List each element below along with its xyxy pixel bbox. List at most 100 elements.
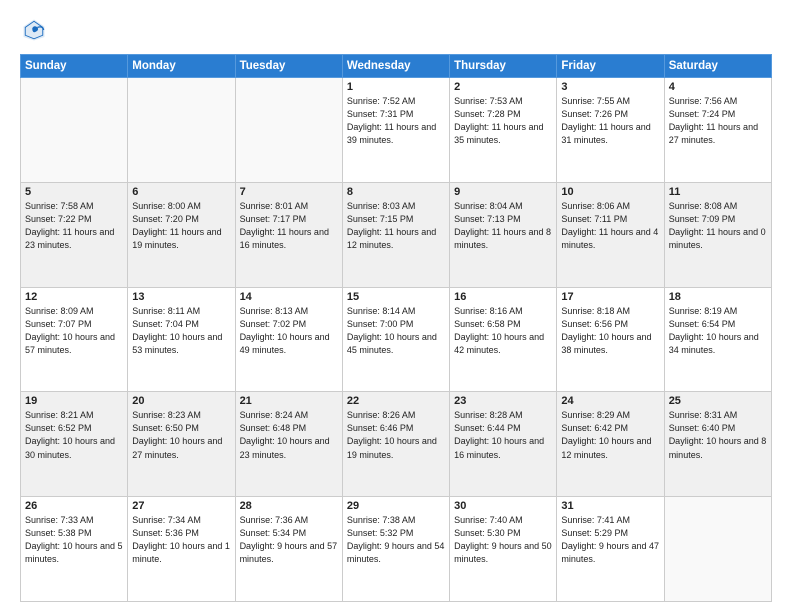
day-number: 31 xyxy=(561,500,659,512)
calendar-cell xyxy=(128,78,235,183)
day-number: 11 xyxy=(669,186,767,198)
page: SundayMondayTuesdayWednesdayThursdayFrid… xyxy=(0,0,792,612)
calendar-table: SundayMondayTuesdayWednesdayThursdayFrid… xyxy=(20,54,772,602)
calendar-cell: 31Sunrise: 7:41 AM Sunset: 5:29 PM Dayli… xyxy=(557,497,664,602)
calendar-week-1: 1 Sunrise: 7:52 AM Sunset: 7:31 PM Daylig… xyxy=(21,78,772,183)
calendar-header-saturday: Saturday xyxy=(664,55,771,78)
day-info: Sunrise: 8:03 AM Sunset: 7:15 PM Dayligh… xyxy=(347,200,445,252)
calendar-cell: 24Sunrise: 8:29 AM Sunset: 6:42 PM Dayli… xyxy=(557,392,664,497)
calendar-cell: 30 Sunrise: 7:40 AM Sunset: 5:30 PM Dayli… xyxy=(450,497,557,602)
day-number: 17 xyxy=(561,291,659,303)
day-info: Sunrise: 8:24 AM Sunset: 6:48 PM Dayligh… xyxy=(240,409,338,461)
day-info: Sunrise: 8:09 AM Sunset: 7:07 PM Dayligh… xyxy=(25,305,123,357)
calendar-cell: 29 Sunrise: 7:38 AM Sunset: 5:32 PM Dayli… xyxy=(342,497,449,602)
calendar-cell: 7Sunrise: 8:01 AM Sunset: 7:17 PM Daylig… xyxy=(235,182,342,287)
calendar-cell: 3 Sunrise: 7:55 AM Sunset: 7:26 PM Daylig… xyxy=(557,78,664,183)
calendar-header-thursday: Thursday xyxy=(450,55,557,78)
day-info: Sunrise: 7:58 AM Sunset: 7:22 PM Dayligh… xyxy=(25,200,123,252)
calendar-cell: 10 Sunrise: 8:06 AM Sunset: 7:11 PM Dayli… xyxy=(557,182,664,287)
day-number: 26 xyxy=(25,500,123,512)
day-info: Sunrise: 8:19 AM Sunset: 6:54 PM Dayligh… xyxy=(669,305,767,357)
calendar-cell: 27Sunrise: 7:34 AM Sunset: 5:36 PM Dayli… xyxy=(128,497,235,602)
calendar-cell: 11 Sunrise: 8:08 AM Sunset: 7:09 PM Dayli… xyxy=(664,182,771,287)
day-info: Sunrise: 8:23 AM Sunset: 6:50 PM Dayligh… xyxy=(132,409,230,461)
header xyxy=(20,16,772,44)
day-info: Sunrise: 7:38 AM Sunset: 5:32 PM Dayligh… xyxy=(347,514,445,566)
day-number: 5 xyxy=(25,186,123,198)
calendar-cell: 6Sunrise: 8:00 AM Sunset: 7:20 PM Daylig… xyxy=(128,182,235,287)
day-info: Sunrise: 8:31 AM Sunset: 6:40 PM Dayligh… xyxy=(669,409,767,461)
calendar-cell: 16 Sunrise: 8:16 AM Sunset: 6:58 PM Dayli… xyxy=(450,287,557,392)
day-number: 19 xyxy=(25,395,123,407)
day-number: 16 xyxy=(454,291,552,303)
day-info: Sunrise: 8:08 AM Sunset: 7:09 PM Dayligh… xyxy=(669,200,767,252)
calendar-cell xyxy=(235,78,342,183)
day-info: Sunrise: 7:56 AM Sunset: 7:24 PM Dayligh… xyxy=(669,95,767,147)
day-info: Sunrise: 8:18 AM Sunset: 6:56 PM Dayligh… xyxy=(561,305,659,357)
calendar-cell: 5 Sunrise: 7:58 AM Sunset: 7:22 PM Daylig… xyxy=(21,182,128,287)
calendar-cell: 26 Sunrise: 7:33 AM Sunset: 5:38 PM Dayli… xyxy=(21,497,128,602)
day-info: Sunrise: 7:36 AM Sunset: 5:34 PM Dayligh… xyxy=(240,514,338,566)
day-number: 22 xyxy=(347,395,445,407)
day-number: 18 xyxy=(669,291,767,303)
calendar-cell: 9Sunrise: 8:04 AM Sunset: 7:13 PM Daylig… xyxy=(450,182,557,287)
calendar-week-5: 26 Sunrise: 7:33 AM Sunset: 5:38 PM Dayli… xyxy=(21,497,772,602)
calendar-cell: 1 Sunrise: 7:52 AM Sunset: 7:31 PM Daylig… xyxy=(342,78,449,183)
calendar-cell: 8 Sunrise: 8:03 AM Sunset: 7:15 PM Daylig… xyxy=(342,182,449,287)
day-number: 12 xyxy=(25,291,123,303)
day-info: Sunrise: 7:52 AM Sunset: 7:31 PM Dayligh… xyxy=(347,95,445,147)
day-number: 30 xyxy=(454,500,552,512)
calendar-cell xyxy=(664,497,771,602)
day-info: Sunrise: 8:26 AM Sunset: 6:46 PM Dayligh… xyxy=(347,409,445,461)
calendar-cell: 12 Sunrise: 8:09 AM Sunset: 7:07 PM Dayli… xyxy=(21,287,128,392)
calendar-header-monday: Monday xyxy=(128,55,235,78)
day-info: Sunrise: 8:21 AM Sunset: 6:52 PM Dayligh… xyxy=(25,409,123,461)
day-number: 8 xyxy=(347,186,445,198)
calendar-header-row: SundayMondayTuesdayWednesdayThursdayFrid… xyxy=(21,55,772,78)
day-info: Sunrise: 7:40 AM Sunset: 5:30 PM Dayligh… xyxy=(454,514,552,566)
day-info: Sunrise: 8:11 AM Sunset: 7:04 PM Dayligh… xyxy=(132,305,230,357)
day-number: 10 xyxy=(561,186,659,198)
calendar-cell: 19 Sunrise: 8:21 AM Sunset: 6:52 PM Dayli… xyxy=(21,392,128,497)
calendar-week-2: 5 Sunrise: 7:58 AM Sunset: 7:22 PM Daylig… xyxy=(21,182,772,287)
day-info: Sunrise: 8:16 AM Sunset: 6:58 PM Dayligh… xyxy=(454,305,552,357)
day-number: 13 xyxy=(132,291,230,303)
calendar-cell xyxy=(21,78,128,183)
day-info: Sunrise: 7:55 AM Sunset: 7:26 PM Dayligh… xyxy=(561,95,659,147)
calendar-week-4: 19 Sunrise: 8:21 AM Sunset: 6:52 PM Dayli… xyxy=(21,392,772,497)
day-number: 9 xyxy=(454,186,552,198)
calendar-cell: 15 Sunrise: 8:14 AM Sunset: 7:00 PM Dayli… xyxy=(342,287,449,392)
day-info: Sunrise: 8:28 AM Sunset: 6:44 PM Dayligh… xyxy=(454,409,552,461)
calendar-cell: 28Sunrise: 7:36 AM Sunset: 5:34 PM Dayli… xyxy=(235,497,342,602)
day-number: 23 xyxy=(454,395,552,407)
day-number: 3 xyxy=(561,81,659,93)
calendar-cell: 22 Sunrise: 8:26 AM Sunset: 6:46 PM Dayli… xyxy=(342,392,449,497)
calendar-cell: 25 Sunrise: 8:31 AM Sunset: 6:40 PM Dayli… xyxy=(664,392,771,497)
logo-icon xyxy=(20,16,48,44)
calendar-cell: 2Sunrise: 7:53 AM Sunset: 7:28 PM Daylig… xyxy=(450,78,557,183)
day-number: 6 xyxy=(132,186,230,198)
calendar-header-tuesday: Tuesday xyxy=(235,55,342,78)
calendar-header-wednesday: Wednesday xyxy=(342,55,449,78)
calendar-cell: 21 Sunrise: 8:24 AM Sunset: 6:48 PM Dayli… xyxy=(235,392,342,497)
day-info: Sunrise: 8:14 AM Sunset: 7:00 PM Dayligh… xyxy=(347,305,445,357)
logo xyxy=(20,16,52,44)
day-info: Sunrise: 7:33 AM Sunset: 5:38 PM Dayligh… xyxy=(25,514,123,566)
day-number: 25 xyxy=(669,395,767,407)
day-number: 20 xyxy=(132,395,230,407)
calendar-cell: 13 Sunrise: 8:11 AM Sunset: 7:04 PM Dayli… xyxy=(128,287,235,392)
calendar-cell: 14 Sunrise: 8:13 AM Sunset: 7:02 PM Dayli… xyxy=(235,287,342,392)
day-number: 29 xyxy=(347,500,445,512)
calendar-week-3: 12 Sunrise: 8:09 AM Sunset: 7:07 PM Dayli… xyxy=(21,287,772,392)
day-number: 1 xyxy=(347,81,445,93)
day-number: 14 xyxy=(240,291,338,303)
calendar-cell: 18 Sunrise: 8:19 AM Sunset: 6:54 PM Dayli… xyxy=(664,287,771,392)
day-number: 21 xyxy=(240,395,338,407)
day-info: Sunrise: 8:13 AM Sunset: 7:02 PM Dayligh… xyxy=(240,305,338,357)
calendar-header-sunday: Sunday xyxy=(21,55,128,78)
day-number: 24 xyxy=(561,395,659,407)
day-number: 15 xyxy=(347,291,445,303)
calendar-cell: 17 Sunrise: 8:18 AM Sunset: 6:56 PM Dayli… xyxy=(557,287,664,392)
day-info: Sunrise: 8:06 AM Sunset: 7:11 PM Dayligh… xyxy=(561,200,659,252)
day-number: 7 xyxy=(240,186,338,198)
